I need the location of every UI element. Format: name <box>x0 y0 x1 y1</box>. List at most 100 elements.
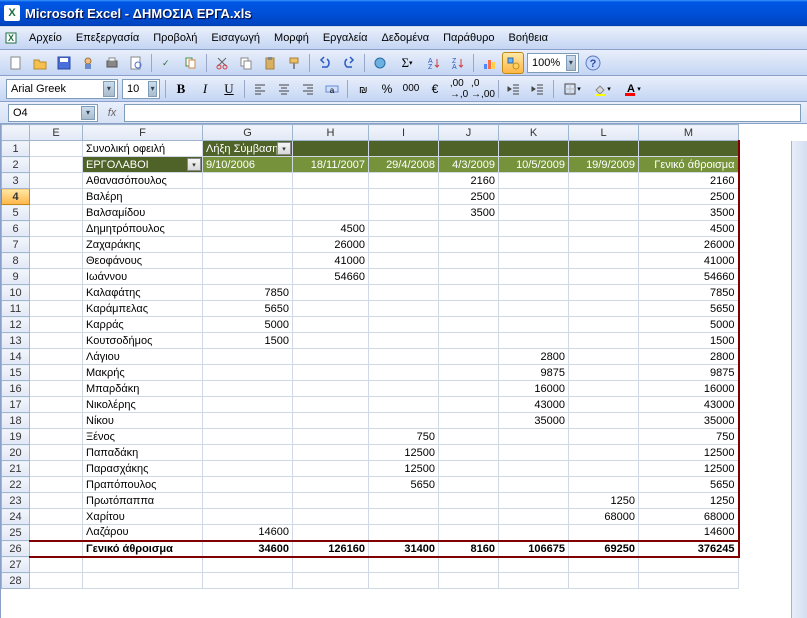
cell[interactable] <box>499 189 569 205</box>
cell[interactable] <box>369 237 439 253</box>
cell[interactable] <box>569 429 639 445</box>
font-name-combo[interactable]: ▾ <box>6 79 118 99</box>
cell[interactable] <box>569 333 639 349</box>
cell[interactable]: Καράμπελας <box>83 301 203 317</box>
row-header-21[interactable]: 21 <box>2 461 30 477</box>
cell[interactable] <box>293 429 369 445</box>
cell[interactable] <box>30 477 83 493</box>
cell[interactable] <box>369 333 439 349</box>
chevron-down-icon[interactable]: ▾ <box>187 158 201 171</box>
cell[interactable] <box>30 573 83 589</box>
cell[interactable] <box>293 413 369 429</box>
cell[interactable] <box>569 237 639 253</box>
cell[interactable] <box>569 557 639 573</box>
cell[interactable] <box>30 189 83 205</box>
cell[interactable]: 54660 <box>293 269 369 285</box>
worksheet-grid[interactable]: EFGHIJKLM1Συνολική οφειλήΛήξη Σύμβασης▾2… <box>0 124 807 618</box>
cell[interactable] <box>439 365 499 381</box>
cell[interactable] <box>499 477 569 493</box>
cell[interactable]: 750 <box>369 429 439 445</box>
cell[interactable] <box>439 333 499 349</box>
row-header-17[interactable]: 17 <box>2 397 30 413</box>
cell[interactable]: 2500 <box>639 189 739 205</box>
pivot-grand-col-label[interactable]: Γενικό άθροισμα <box>639 157 739 173</box>
cell[interactable]: 1500 <box>639 333 739 349</box>
align-center-button[interactable] <box>273 78 295 100</box>
cell[interactable] <box>30 509 83 525</box>
copy-button[interactable] <box>235 52 257 74</box>
cell[interactable]: 34600 <box>203 541 293 557</box>
cell[interactable] <box>569 301 639 317</box>
cell[interactable]: Χαρίτου <box>83 509 203 525</box>
cell[interactable]: 68000 <box>569 509 639 525</box>
cell[interactable] <box>30 413 83 429</box>
cell[interactable] <box>569 525 639 541</box>
cell[interactable] <box>439 397 499 413</box>
row-header-3[interactable]: 3 <box>2 173 30 189</box>
cell[interactable] <box>439 141 499 157</box>
cell[interactable] <box>499 237 569 253</box>
comma-button[interactable]: 000 <box>400 78 422 100</box>
cell[interactable]: Πραπόπουλος <box>83 477 203 493</box>
pivot-col-label[interactable]: 4/3/2009 <box>439 157 499 173</box>
col-header-K[interactable]: K <box>499 125 569 141</box>
cell[interactable]: 5650 <box>203 301 293 317</box>
cell[interactable]: 54660 <box>639 269 739 285</box>
chevron-down-icon[interactable]: ▾ <box>148 81 157 97</box>
cell[interactable]: Βαλσαμίδου <box>83 205 203 221</box>
borders-button[interactable]: ▾ <box>558 78 586 100</box>
chevron-down-icon[interactable]: ▾ <box>103 81 115 97</box>
cell[interactable]: Νικολέρης <box>83 397 203 413</box>
cell[interactable] <box>439 445 499 461</box>
row-header-9[interactable]: 9 <box>2 269 30 285</box>
cell[interactable] <box>439 509 499 525</box>
row-header-1[interactable]: 1 <box>2 141 30 157</box>
col-header-M[interactable]: M <box>639 125 739 141</box>
cell[interactable] <box>293 493 369 509</box>
cell[interactable]: Βαλέρη <box>83 189 203 205</box>
cell[interactable] <box>30 397 83 413</box>
cell[interactable]: 41000 <box>293 253 369 269</box>
cell[interactable] <box>203 253 293 269</box>
cell[interactable] <box>639 557 739 573</box>
open-button[interactable] <box>29 52 51 74</box>
percent-button[interactable]: % <box>376 78 398 100</box>
cell[interactable]: 26000 <box>293 237 369 253</box>
cell[interactable] <box>439 461 499 477</box>
cell[interactable] <box>369 413 439 429</box>
cell[interactable] <box>499 493 569 509</box>
zoom-input[interactable] <box>532 57 562 69</box>
col-header-H[interactable]: H <box>293 125 369 141</box>
cell[interactable] <box>439 301 499 317</box>
cell[interactable] <box>369 205 439 221</box>
cell[interactable] <box>439 269 499 285</box>
cell[interactable] <box>203 365 293 381</box>
cell[interactable] <box>499 285 569 301</box>
euro-button[interactable]: € <box>424 78 446 100</box>
print-preview-button[interactable] <box>125 52 147 74</box>
chevron-down-icon[interactable]: ▾ <box>81 106 95 120</box>
cell[interactable] <box>293 397 369 413</box>
cell[interactable]: 12500 <box>639 461 739 477</box>
cell[interactable] <box>203 269 293 285</box>
cell[interactable]: Λάγιου <box>83 349 203 365</box>
research-button[interactable] <box>180 52 202 74</box>
cell[interactable]: 2500 <box>439 189 499 205</box>
cell[interactable]: 35000 <box>499 413 569 429</box>
chevron-down-icon[interactable]: ▾ <box>566 55 576 71</box>
cell[interactable]: 1250 <box>569 493 639 509</box>
cell[interactable] <box>30 285 83 301</box>
cell[interactable] <box>639 141 739 157</box>
cell[interactable]: Καλαφάτης <box>83 285 203 301</box>
cell[interactable]: 43000 <box>499 397 569 413</box>
cell[interactable] <box>30 253 83 269</box>
row-header-15[interactable]: 15 <box>2 365 30 381</box>
cell[interactable] <box>203 173 293 189</box>
cell[interactable] <box>293 333 369 349</box>
cell[interactable] <box>569 477 639 493</box>
save-button[interactable] <box>53 52 75 74</box>
cell[interactable]: Νίκου <box>83 413 203 429</box>
cell[interactable]: 43000 <box>639 397 739 413</box>
cell[interactable] <box>203 509 293 525</box>
cell[interactable]: 14600 <box>203 525 293 541</box>
